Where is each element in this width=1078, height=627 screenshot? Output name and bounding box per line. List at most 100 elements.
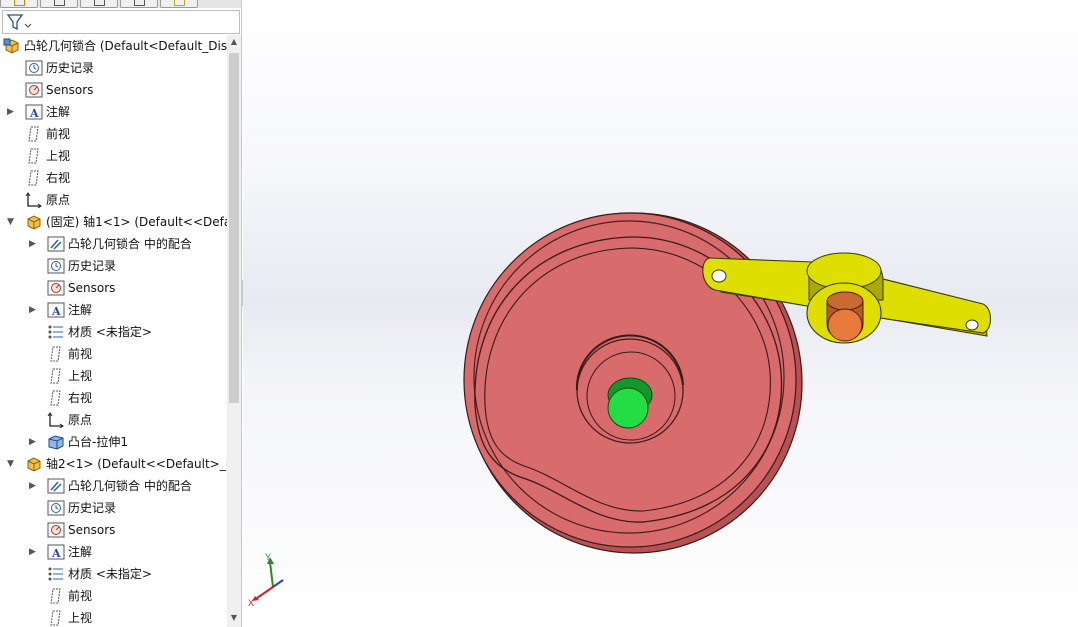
tree-item[interactable]: ▶ A 注解	[0, 541, 227, 563]
tree-item[interactable]: 原点	[0, 409, 227, 431]
tree-item[interactable]: 历史记录	[0, 497, 227, 519]
tree-item[interactable]: Sensors	[0, 519, 227, 541]
panel-tab-strip	[0, 0, 241, 8]
tree-item-label: Sensors	[68, 281, 116, 295]
plane-icon	[47, 588, 65, 604]
tree-scrollbar[interactable]: ▲ ▼	[227, 35, 241, 627]
tree-item-label: 凸轮几何锁合 中的配合	[68, 237, 192, 251]
tree-item[interactable]: 上视	[0, 145, 227, 167]
feature-manager-panel: 凸轮几何锁合 (Default<Default_Disp 历史记录 Sensors ▶…	[0, 0, 242, 627]
tree-item[interactable]: 右视	[0, 167, 227, 189]
tab-property-manager[interactable]	[40, 0, 78, 8]
expand-arrow-right-icon[interactable]: ▶	[7, 101, 17, 123]
svg-text:A: A	[29, 107, 39, 120]
tree-item[interactable]: ▼ 轴2<1> (Default<<Default>_Ph	[0, 453, 227, 475]
origin-icon	[47, 412, 65, 429]
tree-item[interactable]: ▶ 凸轮几何锁合 中的配合	[0, 233, 227, 255]
material-icon	[47, 324, 65, 340]
tree-item-label: 原点	[68, 413, 93, 427]
graphics-viewport[interactable]: Y X	[243, 0, 1078, 627]
tree-item-label: 注解	[68, 545, 93, 559]
tree-item[interactable]: Sensors	[0, 277, 227, 299]
tree-item-label: 右视	[46, 171, 71, 185]
tree-item-label: 上视	[46, 149, 71, 163]
annotation-icon: A	[47, 302, 65, 318]
tree-item-label: Sensors	[46, 83, 94, 97]
svg-text:A: A	[51, 547, 61, 560]
tab-dimxpert-manager[interactable]	[120, 0, 158, 8]
material-icon	[47, 566, 65, 582]
plane-icon	[47, 368, 65, 384]
plane-icon	[25, 126, 43, 142]
tree-item[interactable]: 上视	[0, 365, 227, 387]
tab-feature-manager[interactable]	[0, 0, 38, 8]
tree-item-label: 历史记录	[46, 61, 95, 75]
tree-item-label: 历史记录	[68, 259, 117, 273]
tree-item-label: 前视	[46, 127, 71, 141]
tree-item[interactable]: 前视	[0, 343, 227, 365]
tab-display-manager[interactable]	[160, 0, 198, 8]
expand-arrow-right-icon[interactable]: ▶	[29, 475, 39, 497]
scroll-down-arrow[interactable]: ▼	[227, 613, 241, 625]
tree-item-label: 原点	[46, 193, 71, 207]
cam-assembly-model[interactable]: Y X	[243, 0, 1078, 627]
tree-item[interactable]: 凸轮几何锁合 (Default<Default_Disp	[0, 35, 227, 57]
plane-icon	[25, 170, 43, 186]
tree-item[interactable]: ▼ (固定) 轴1<1> (Default<<Defau	[0, 211, 227, 233]
tree-item[interactable]: 原点	[0, 189, 227, 211]
filter-icon[interactable]	[7, 14, 33, 32]
tree-item-label: 注解	[46, 105, 71, 119]
tree-item-label: 上视	[68, 611, 93, 625]
plane-icon	[25, 148, 43, 164]
tree-item[interactable]: 材质 <未指定>	[0, 563, 227, 585]
annotation-icon: A	[25, 104, 43, 120]
tree-item[interactable]: ▶ 凸台-拉伸1	[0, 431, 227, 453]
plane-icon	[47, 390, 65, 406]
tree-item[interactable]: 材质 <未指定>	[0, 321, 227, 343]
tree-item-label: 前视	[68, 347, 93, 361]
tree-item[interactable]: 前视	[0, 585, 227, 607]
triad-y-axis	[269, 561, 274, 588]
tree-item[interactable]: Sensors	[0, 79, 227, 101]
triad-x-label: X	[248, 598, 254, 608]
sensor-icon	[47, 522, 65, 538]
expand-arrow-down-icon[interactable]: ▼	[7, 453, 17, 475]
tree-item-label: 注解	[68, 303, 93, 317]
tree-item-label: Sensors	[68, 523, 116, 537]
plane-icon	[47, 346, 65, 362]
triad-z-axis	[272, 579, 284, 588]
tree-item[interactable]: ▶ A 注解	[0, 299, 227, 321]
tree-item-label: 轴2<1> (Default<<Default>_Ph	[46, 457, 227, 471]
tree-item[interactable]: 上视	[0, 607, 227, 627]
feature-tree: 凸轮几何锁合 (Default<Default_Disp 历史记录 Sensors ▶…	[0, 35, 227, 627]
expand-arrow-right-icon[interactable]: ▶	[29, 233, 39, 255]
part-icon	[25, 456, 43, 472]
view-orientation-triad[interactable]: Y X	[248, 552, 284, 608]
tree-item-label: 材质 <未指定>	[68, 325, 152, 339]
triad-x-axis	[256, 586, 274, 599]
tree-item[interactable]: 历史记录	[0, 57, 227, 79]
scroll-up-arrow[interactable]: ▲	[227, 37, 241, 49]
expand-arrow-right-icon[interactable]: ▶	[29, 541, 39, 563]
extrude-icon	[47, 434, 65, 450]
tree-item[interactable]: ▶ 凸轮几何锁合 中的配合	[0, 475, 227, 497]
tree-item-label: 上视	[68, 369, 93, 383]
tree-item[interactable]: 右视	[0, 387, 227, 409]
tree-item-label: 凸台-拉伸1	[68, 435, 128, 449]
tree-filter-box[interactable]	[2, 10, 240, 34]
expand-arrow-right-icon[interactable]: ▶	[29, 431, 39, 453]
tree-item[interactable]: 历史记录	[0, 255, 227, 277]
tree-item[interactable]: 前视	[0, 123, 227, 145]
property-manager-icon	[54, 0, 65, 6]
expand-arrow-right-icon[interactable]: ▶	[29, 299, 39, 321]
history-icon	[47, 258, 65, 274]
follower-pin[interactable]	[826, 291, 864, 342]
expand-arrow-down-icon[interactable]: ▼	[7, 211, 17, 233]
scroll-thumb[interactable]	[229, 53, 239, 403]
part-icon	[25, 214, 43, 230]
tree-item-label: 材质 <未指定>	[68, 567, 152, 581]
tab-configuration-manager[interactable]	[80, 0, 118, 8]
history-icon	[47, 500, 65, 516]
plane-icon	[47, 610, 65, 626]
tree-item[interactable]: ▶ A 注解	[0, 101, 227, 123]
